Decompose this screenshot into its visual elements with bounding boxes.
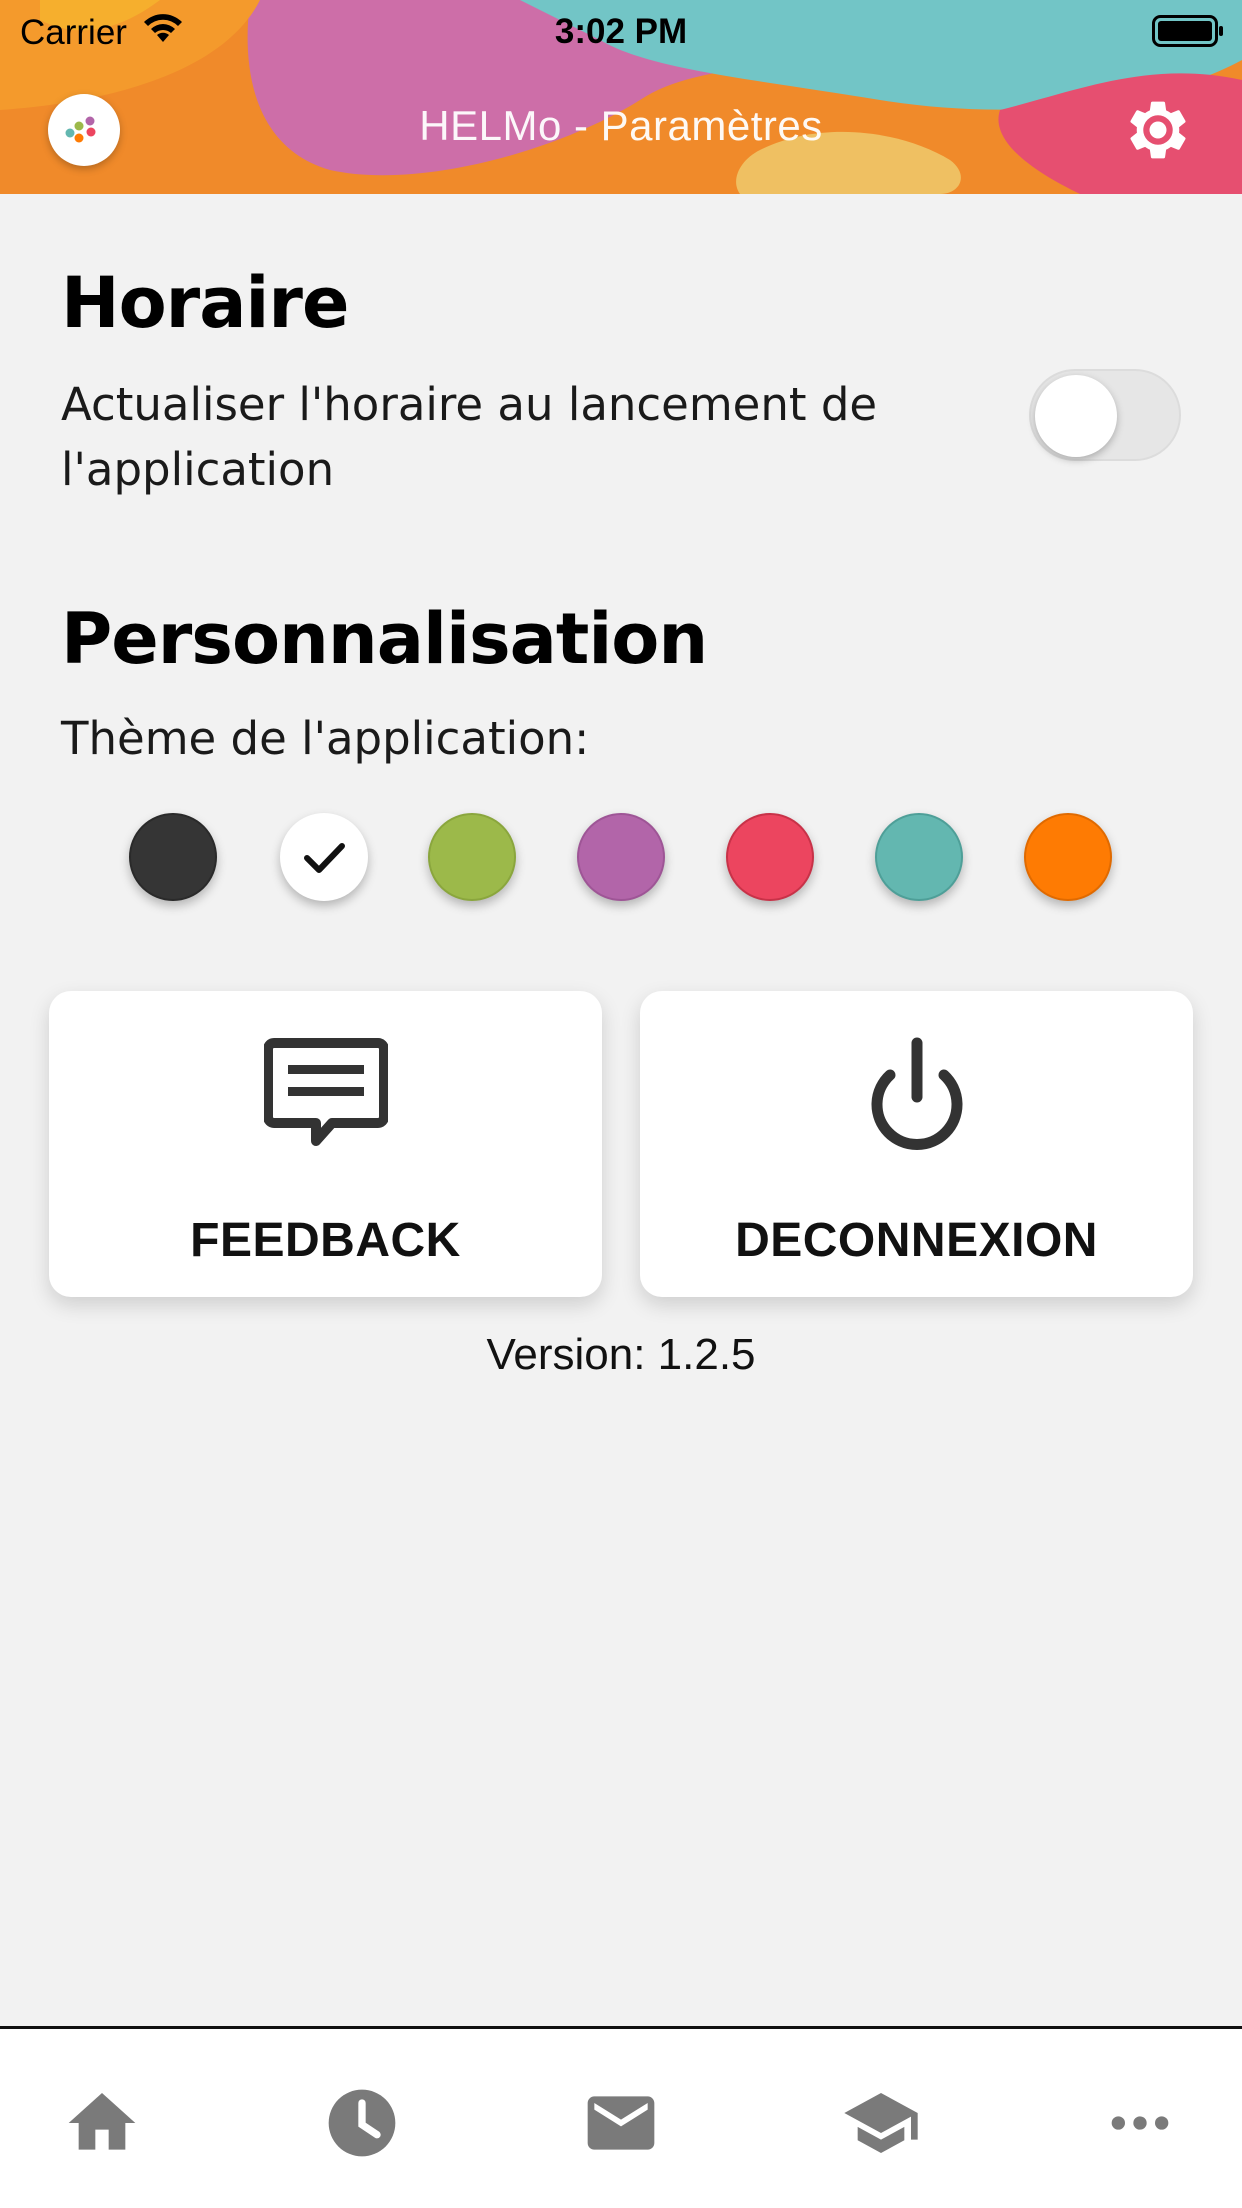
theme-swatch-teal[interactable] [875, 813, 963, 901]
feedback-label: FEEDBACK [190, 1214, 461, 1267]
app-header: Carrier 3:02 PM HELMo - Paramètres [0, 0, 1242, 194]
toggle-knob [1035, 375, 1117, 457]
theme-swatch-purple[interactable] [577, 813, 665, 901]
tab-more[interactable] [1100, 2083, 1180, 2163]
theme-label: Thème de l'application: [61, 712, 590, 765]
battery-icon [1152, 15, 1224, 52]
gear-icon [1130, 101, 1186, 159]
theme-swatch-green[interactable] [428, 813, 516, 901]
refresh-option-label: Actualiser l'horaire au lancement de l'a… [61, 372, 877, 502]
checkmark-icon [304, 843, 345, 873]
tab-courses[interactable] [841, 2083, 921, 2163]
status-bar: Carrier 3:02 PM [0, 0, 1242, 62]
theme-swatch-white[interactable] [280, 813, 368, 901]
more-icon [1111, 2116, 1169, 2130]
home-icon [68, 2093, 136, 2150]
schedule-section-title: Horaire [61, 262, 349, 344]
theme-swatch-dark[interactable] [129, 813, 217, 901]
app-version: Version: 1.2.5 [486, 1330, 756, 1379]
power-icon [640, 1037, 1193, 1166]
personalisation-section-title: Personnalisation [61, 598, 708, 680]
page-title: HELMo - Paramètres [419, 102, 823, 149]
tab-mail[interactable] [581, 2083, 661, 2163]
refresh-on-launch-toggle[interactable] [1029, 369, 1181, 461]
tab-home[interactable] [62, 2083, 142, 2163]
refresh-option-label-line2: l'application [61, 443, 335, 496]
refresh-option-label-line1: Actualiser l'horaire au lancement de [61, 378, 878, 431]
clock-icon [328, 2089, 396, 2157]
status-time: 3:02 PM [554, 12, 688, 51]
theme-swatch-orange[interactable] [1024, 813, 1112, 901]
logout-button[interactable]: DECONNEXION [640, 991, 1193, 1297]
settings-button[interactable] [1124, 96, 1192, 164]
tab-schedule[interactable] [322, 2083, 402, 2163]
theme-swatch-red[interactable] [726, 813, 814, 901]
logout-label: DECONNEXION [735, 1214, 1098, 1267]
graduation-cap-icon [844, 2093, 918, 2153]
feedback-icon [49, 1037, 602, 1166]
feedback-button[interactable]: FEEDBACK [49, 991, 602, 1297]
bottom-tab-bar [0, 2026, 1242, 2208]
mail-icon [587, 2096, 655, 2150]
